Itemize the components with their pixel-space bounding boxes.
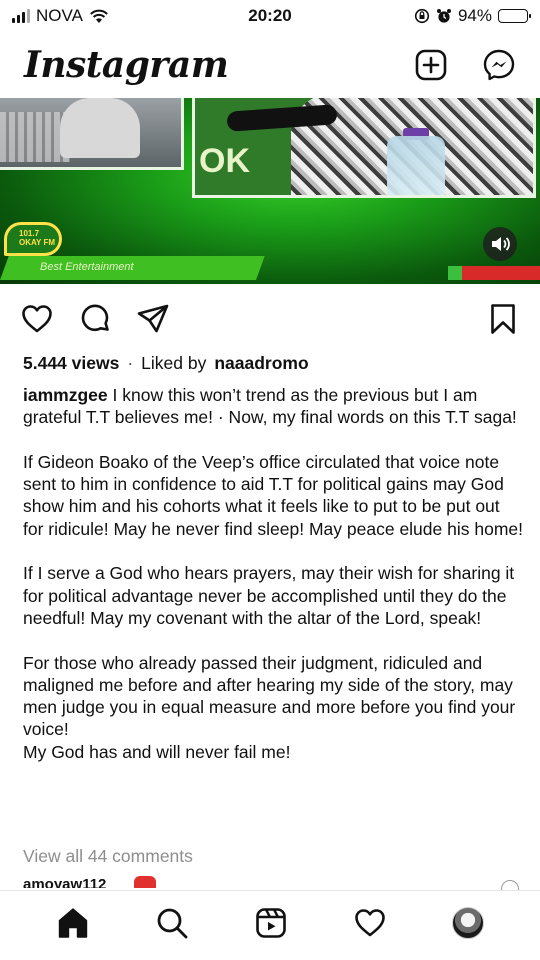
liked-by-prefix: Liked by: [141, 353, 207, 373]
view-all-comments-link[interactable]: View all 44 comments: [23, 846, 193, 867]
studio-inset-right: OK: [192, 98, 536, 198]
speaker-icon: [492, 237, 510, 251]
studio-inset-left: [0, 98, 184, 170]
messenger-icon[interactable]: [482, 48, 516, 82]
comment-like-icon[interactable]: [501, 880, 519, 890]
wifi-icon: [90, 9, 108, 23]
rotation-lock-icon: [414, 8, 430, 24]
share-icon[interactable]: [136, 302, 170, 336]
caption-paragraph: My God has and will never fail me!: [23, 741, 291, 762]
caption-paragraph: If Gideon Boako of the Veep’s office cir…: [23, 451, 523, 539]
status-bar: NOVA 20:20 94%: [0, 0, 540, 32]
ticker-bar: [448, 266, 540, 280]
status-left: NOVA: [12, 6, 109, 26]
bookmark-icon[interactable]: [486, 302, 520, 336]
view-count[interactable]: 5.444 views: [23, 353, 119, 374]
battery-percent: 94%: [457, 6, 492, 25]
signal-icon: [12, 9, 30, 23]
new-post-icon[interactable]: [414, 48, 448, 82]
search-icon[interactable]: [155, 906, 189, 940]
app-header: Instagram: [0, 32, 540, 98]
instagram-logo[interactable]: Instagram: [24, 44, 229, 86]
profile-avatar[interactable]: [451, 906, 484, 939]
overlay-text: OK: [199, 142, 250, 180]
caption-paragraph: If I serve a God who hears prayers, may …: [23, 563, 515, 628]
bottom-nav: [0, 890, 540, 960]
caption-paragraph: iammzgee I know this won’t trend as the …: [23, 384, 523, 429]
sound-toggle-button[interactable]: [483, 227, 517, 261]
post-action-bar: [0, 296, 540, 342]
separator: ·: [127, 353, 134, 373]
post-caption: iammzgee I know this won’t trend as the …: [23, 384, 523, 763]
lower-third-text: Best Entertainment: [40, 261, 134, 273]
caption-paragraph: For those who already passed their judgm…: [23, 652, 516, 740]
comment-icon[interactable]: [78, 302, 112, 336]
post-media[interactable]: OK 101.7 OKAY FM Best Entertainment: [0, 98, 540, 284]
status-right: 94%: [414, 6, 531, 26]
alarm-icon: [436, 9, 451, 23]
reels-icon[interactable]: [254, 906, 288, 940]
liked-by-user[interactable]: naaadromo: [214, 353, 308, 374]
caption-username[interactable]: iammzgee: [23, 385, 108, 405]
header-actions: [414, 48, 516, 82]
comment-preview-user[interactable]: amoyaw112: [23, 874, 106, 888]
carrier-name: NOVA: [36, 6, 83, 25]
home-icon[interactable]: [56, 906, 90, 940]
post-stats: 5.444 views · Liked by naaadromo: [23, 353, 309, 374]
heart-icon[interactable]: [20, 302, 54, 336]
station-logo: 101.7 OKAY FM: [4, 222, 62, 256]
heart-emoji-icon: [134, 876, 156, 888]
activity-heart-icon[interactable]: [353, 906, 387, 940]
battery-icon: [498, 9, 531, 23]
